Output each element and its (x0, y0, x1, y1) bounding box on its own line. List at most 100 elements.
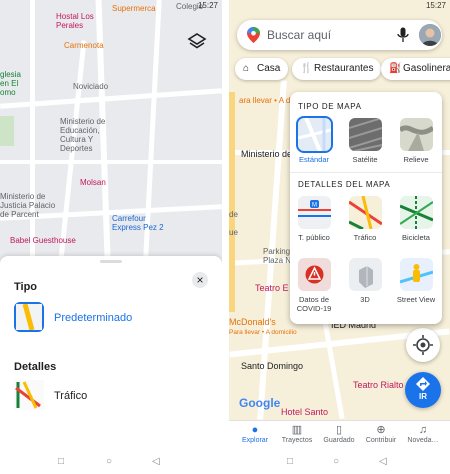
ministerio-label: Ministerio de Educación, Cultura Y Depor… (60, 117, 106, 153)
nav-explorar[interactable]: ● Explorar (233, 423, 277, 444)
my-location-icon (413, 335, 433, 355)
de-label: de (229, 210, 238, 219)
system-nav-bar-right: □ ○ ◁ (229, 450, 450, 474)
my-location-button[interactable] (406, 328, 440, 362)
user-photo-icon (419, 24, 441, 46)
nav-guardado[interactable]: ▯ Guardado (317, 423, 361, 444)
transit-tile[interactable]: M (298, 196, 331, 229)
3d-label[interactable]: 3D (341, 295, 389, 304)
status-time: 15:27 (197, 1, 218, 10)
bicycle-label[interactable]: Bicicleta (392, 233, 440, 242)
covid-warning-icon (298, 258, 331, 291)
left-phone-screen: Supermerca Colegio Hostal Los Perales Ca… (0, 0, 222, 474)
tipo-heading: Tipo (14, 281, 38, 293)
panel-divider (290, 172, 442, 173)
right-phone-screen: Ministerio de ara llevar • A domicilio d… (229, 0, 450, 474)
chip-gasolineras[interactable]: ⛽ Gasolineras (381, 58, 450, 80)
default-map-icon (16, 303, 42, 331)
molsan-label: Molsan (80, 178, 106, 187)
mcdonalds-sub-label: Para llevar • A domicilio (229, 329, 297, 336)
babel-label: Babel Guesthouse (10, 236, 76, 245)
palacio-label: Ministerio de Justicia Palacio de Parcen… (0, 192, 56, 219)
nav-novedades-label: Noveda… (407, 437, 439, 444)
nav-explorar-label: Explorar (241, 437, 269, 444)
nav-novedades[interactable]: ♫ Noveda… (401, 423, 445, 444)
satellite-map-tile[interactable] (349, 118, 382, 151)
satellite-map-icon (349, 118, 382, 151)
nav-trayectos[interactable]: ▥ Trayectos (275, 423, 319, 444)
default-map-label[interactable]: Predeterminado (54, 312, 132, 324)
home-button[interactable]: ○ (106, 456, 112, 468)
home-button-right[interactable]: ○ (333, 456, 339, 468)
bicycle-icon (400, 196, 433, 229)
nav-trayectos-label: Trayectos (281, 437, 313, 444)
recents-button[interactable]: □ (58, 456, 64, 468)
santo-domingo-label: Santo Domingo (241, 361, 304, 371)
teatro-rialto-label: Teatro Rialto (353, 380, 404, 390)
status-bar-right: 15:27 (229, 0, 450, 12)
satellite-map-label[interactable]: Satélite (341, 155, 389, 164)
microphone-icon[interactable] (397, 27, 409, 43)
standard-map-icon (298, 118, 331, 151)
tipo-de-mapa-heading: TIPO DE MAPA (298, 102, 362, 111)
detalles-heading: Detalles (14, 361, 57, 373)
detalles-del-mapa-heading: DETALLES DEL MAPA (298, 180, 391, 189)
standard-map-tile[interactable] (296, 116, 333, 153)
bicycle-tile[interactable] (400, 196, 433, 229)
close-button[interactable]: × (192, 272, 208, 288)
traffic-option[interactable] (14, 380, 44, 410)
directions-icon (416, 377, 430, 391)
nav-contribuir[interactable]: ⊕ Contribuir (359, 423, 403, 444)
traffic-tile[interactable] (349, 196, 382, 229)
back-button-right[interactable]: ◁ (379, 456, 387, 468)
search-bar[interactable]: Buscar aquí (237, 20, 442, 50)
go-label: IR (419, 392, 427, 401)
directions-go-button[interactable]: IR (405, 372, 441, 408)
traffic-layer-icon (349, 196, 382, 229)
chip-restaurantes-label: Restaurantes (314, 63, 374, 74)
svg-text:M: M (312, 203, 317, 209)
hostal-label: Hostal Los Perales (56, 12, 94, 30)
search-placeholder[interactable]: Buscar aquí (267, 28, 331, 42)
bell-icon: ♫ (418, 424, 428, 436)
chip-restaurantes[interactable]: 🍴 Restaurantes (292, 58, 382, 80)
chip-casa-label: Casa (257, 63, 281, 74)
traffic-icon (14, 380, 44, 410)
traffic-layer-label[interactable]: Tráfico (341, 233, 389, 242)
teatro-e-label: Teatro E (255, 283, 289, 293)
mcdonalds-label: McDonald's (229, 317, 276, 327)
home-icon: ⌂ (243, 63, 250, 74)
3d-tile[interactable] (349, 258, 382, 291)
back-button[interactable]: ◁ (152, 456, 160, 468)
parking-label: Parking Plaza N (263, 247, 292, 265)
street-view-tile[interactable] (400, 258, 433, 291)
bookmark-icon: ▯ (335, 424, 343, 436)
gas-station-icon: ⛽ (389, 63, 402, 74)
carrefour-label: Carrefour Express Pez 2 (112, 214, 164, 232)
default-map-option[interactable] (14, 302, 44, 332)
recents-button-right[interactable]: □ (287, 456, 293, 468)
street-view-label[interactable]: Street View (392, 295, 440, 304)
restaurant-icon: 🍴 (300, 63, 313, 74)
standard-map-label[interactable]: Estándar (290, 155, 338, 164)
transit-label[interactable]: T. público (290, 233, 338, 242)
google-logo: Google (239, 396, 281, 410)
terrain-map-tile[interactable] (400, 118, 433, 151)
noviciado-label: Noviciado (73, 82, 109, 91)
terrain-map-label[interactable]: Relieve (392, 155, 440, 164)
avatar[interactable] (419, 24, 441, 46)
terrain-map-icon (400, 118, 433, 151)
traffic-label[interactable]: Tráfico (54, 390, 87, 402)
status-time-right: 15:27 (425, 1, 446, 10)
pegman-icon (400, 258, 433, 291)
carmenota-label: Carmenota (64, 41, 104, 50)
transit-icon: M (298, 196, 331, 229)
status-bar: 15:27 (0, 0, 222, 12)
layers-button[interactable] (186, 30, 208, 52)
chip-casa[interactable]: ⌂ Casa (235, 58, 289, 80)
covid-label[interactable]: Datos de COVID-19 (290, 295, 338, 313)
ministerio-short-label: Ministerio de (241, 149, 293, 159)
chip-gasolineras-label: Gasolineras (403, 63, 450, 74)
sheet-handle[interactable] (100, 260, 122, 263)
covid-tile[interactable] (298, 258, 331, 291)
